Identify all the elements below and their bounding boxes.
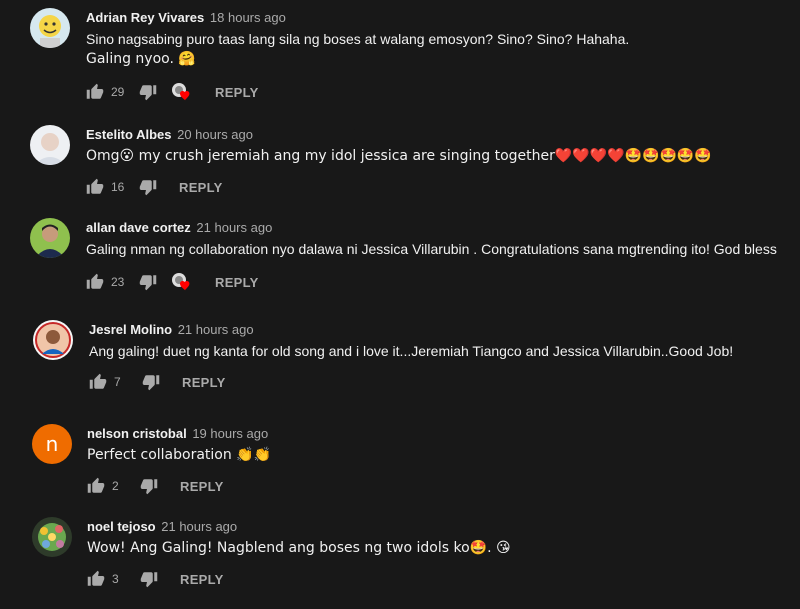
reply-button[interactable]: REPLY [180,479,224,494]
thumbs-down-icon[interactable] [140,477,158,495]
comment-actions: 7 REPLY [89,370,226,394]
comment-header: Adrian Rey Vivares 18 hours ago [86,10,286,25]
comment-time[interactable]: 21 hours ago [161,519,237,534]
thumbs-up-icon[interactable] [89,373,107,391]
reply-button[interactable]: REPLY [182,375,226,390]
creator-heart-icon [171,272,193,292]
comment-time[interactable]: 21 hours ago [196,220,272,235]
reply-button[interactable]: REPLY [215,85,259,100]
thumbs-down-icon[interactable] [139,178,157,196]
avatar[interactable] [32,517,72,557]
author-name[interactable]: allan dave cortez [86,220,191,235]
like-count: 3 [112,572,119,586]
avatar[interactable] [30,125,70,165]
avatar[interactable] [30,218,70,258]
comment-text: Omg😮 my crush jeremiah ang my idol jessi… [86,148,712,164]
thumbs-down-icon[interactable] [140,570,158,588]
comment-item: noel tejoso 21 hours ago Wow! Ang Galing… [0,517,800,597]
author-name[interactable]: nelson cristobal [87,426,187,441]
avatar[interactable] [30,8,70,48]
comment-actions: 23 REPLY [86,270,259,294]
author-name[interactable]: noel tejoso [87,519,156,534]
thumbs-up-icon[interactable] [87,477,105,495]
comment-actions: 29 REPLY [86,80,259,104]
author-name[interactable]: Adrian Rey Vivares [86,10,204,25]
thumbs-down-icon[interactable] [139,273,157,291]
comment-item: Jesrel Molino 21 hours ago Ang galing! d… [0,320,800,400]
comment-text: Galing nman ng collaboration nyo dalawa … [86,241,777,257]
author-name[interactable]: Estelito Albes [86,127,171,142]
reply-button[interactable]: REPLY [179,180,223,195]
avatar[interactable] [33,320,73,360]
like-count: 29 [111,85,125,99]
comment-actions: 2 REPLY [87,474,224,498]
avatar[interactable]: n [32,424,72,464]
comment-text: Perfect collaboration 👏👏 [87,447,272,463]
like-count: 7 [114,375,121,389]
comment-text-line2: Galing nyoo. 🤗 [86,51,196,67]
comment-time[interactable]: 21 hours ago [178,322,254,337]
comment-time[interactable]: 18 hours ago [210,10,286,25]
thumbs-up-icon[interactable] [86,178,104,196]
comment-time[interactable]: 19 hours ago [192,426,268,441]
comment-item: allan dave cortez 21 hours ago Galing nm… [0,218,800,298]
like-count: 16 [111,180,125,194]
like-count: 23 [111,275,125,289]
comment-header: allan dave cortez 21 hours ago [86,220,272,235]
comment-header: nelson cristobal 19 hours ago [87,426,268,441]
like-count: 2 [112,479,119,493]
reply-button[interactable]: REPLY [180,572,224,587]
creator-heart-icon [171,82,193,102]
comment-actions: 3 REPLY [87,567,224,591]
comment-header: noel tejoso 21 hours ago [87,519,237,534]
comment-header: Jesrel Molino 21 hours ago [89,322,254,337]
thumbs-down-icon[interactable] [139,83,157,101]
comment-text: Sino nagsabing puro taas lang sila ng bo… [86,31,630,47]
thumbs-up-icon[interactable] [86,273,104,291]
comment-text: Ang galing! duet ng kanta for old song a… [89,343,734,359]
thumbs-up-icon[interactable] [87,570,105,588]
reply-button[interactable]: REPLY [215,275,259,290]
thumbs-up-icon[interactable] [86,83,104,101]
thumbs-down-icon[interactable] [142,373,160,391]
comment-time[interactable]: 20 hours ago [177,127,253,142]
comment-header: Estelito Albes 20 hours ago [86,127,253,142]
comment-text: Wow! Ang Galing! Nagblend ang boses ng t… [87,540,511,556]
comment-actions: 16 REPLY [86,175,223,199]
comment-item: Adrian Rey Vivares 18 hours ago Sino nag… [0,8,800,108]
author-name[interactable]: Jesrel Molino [89,322,172,337]
comment-item: Estelito Albes 20 hours ago Omg😮 my crus… [0,125,800,205]
comment-item: n nelson cristobal 19 hours ago Perfect … [0,424,800,504]
